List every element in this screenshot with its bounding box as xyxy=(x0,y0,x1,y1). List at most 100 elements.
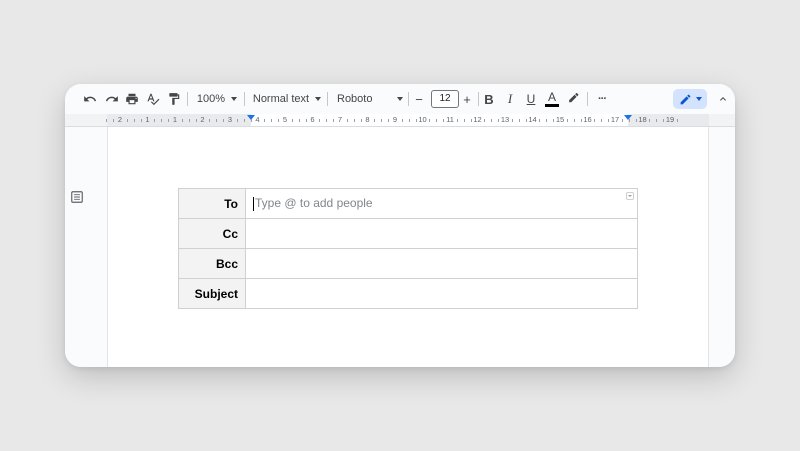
ruler-label: 15 xyxy=(555,115,565,124)
ruler-tick xyxy=(498,119,500,122)
ruler-tick xyxy=(360,119,362,122)
print-button[interactable] xyxy=(122,89,142,109)
paragraph-style-select[interactable]: Normal text xyxy=(252,89,322,109)
ruler-label: 2 xyxy=(117,115,123,124)
ruler-tick xyxy=(161,119,163,122)
italic-button[interactable]: I xyxy=(500,89,520,109)
text-color-swatch xyxy=(545,104,559,107)
ruler-tick xyxy=(415,119,417,122)
font-family-select[interactable]: Roboto xyxy=(337,89,403,109)
underline-button[interactable]: U xyxy=(521,89,541,109)
paint-format-button[interactable] xyxy=(164,89,184,109)
zoom-select[interactable]: 100% xyxy=(195,89,239,109)
ruler-tick xyxy=(319,119,321,122)
italic-icon: I xyxy=(507,91,513,106)
ruler-label: 5 xyxy=(282,115,288,124)
toolbar-divider xyxy=(187,92,188,106)
ruler-tick xyxy=(401,119,403,122)
ruler-tick xyxy=(580,119,582,122)
ruler-tick xyxy=(635,119,637,122)
document-area: To Type @ to add people Cc Bcc Subject xyxy=(65,127,735,367)
plus-icon: + xyxy=(463,91,471,107)
ruler-tick xyxy=(188,119,190,122)
ruler-tick xyxy=(250,119,252,122)
ruler-label: 17 xyxy=(610,115,620,124)
ruler-tick xyxy=(278,119,280,122)
ruler-tick xyxy=(298,119,300,122)
ruler-tick xyxy=(223,119,225,122)
more-options-button[interactable]: ··· xyxy=(592,89,612,109)
email-draft-table: To Type @ to add people Cc Bcc Subject xyxy=(178,188,638,309)
zoom-value: 100% xyxy=(196,93,226,105)
redo-icon xyxy=(105,96,118,102)
ruler-tick xyxy=(195,119,197,122)
ruler-label: 13 xyxy=(500,115,510,124)
ruler-tick xyxy=(305,119,307,122)
font-size-input[interactable]: 12 xyxy=(431,90,459,108)
ruler-tick xyxy=(408,119,410,122)
email-bcc-row: Bcc xyxy=(178,248,638,279)
highlight-color-button[interactable] xyxy=(563,89,583,109)
ruler-tick xyxy=(381,119,383,122)
ruler-label: 11 xyxy=(446,115,454,124)
ruler-tick xyxy=(470,119,472,122)
ruler-tick xyxy=(271,119,273,122)
ruler-label: 19 xyxy=(665,115,675,124)
ruler-tick xyxy=(663,119,665,122)
ruler-label: 6 xyxy=(310,115,315,124)
ruler-tick xyxy=(546,119,548,122)
editing-mode-button[interactable] xyxy=(673,89,707,109)
horizontal-ruler[interactable]: 2 1 1 2 3 4 5 6 7 8 9 10 11 12 13 14 15 16 17 18 19 xyxy=(65,114,735,127)
text-color-button[interactable]: A xyxy=(542,89,562,109)
toolbar: 100% Normal text Roboto − 12 + B I U A ·… xyxy=(65,84,735,114)
undo-button[interactable] xyxy=(80,89,100,109)
decrease-font-size-button[interactable]: − xyxy=(411,89,427,109)
ruler-tick xyxy=(140,119,142,122)
ruler-tick xyxy=(511,119,513,122)
toolbar-divider xyxy=(408,92,409,106)
email-to-row: To Type @ to add people xyxy=(178,188,638,219)
ruler-tick xyxy=(443,119,445,122)
ruler-tick xyxy=(209,119,211,122)
ruler-tick xyxy=(601,119,603,122)
ruler-tick xyxy=(113,119,115,122)
ruler-tick xyxy=(463,119,465,122)
ruler-tick xyxy=(154,119,156,122)
ruler-tick xyxy=(353,119,355,122)
redo-button[interactable] xyxy=(102,89,122,109)
bcc-field[interactable] xyxy=(245,248,638,279)
ruler-tick xyxy=(573,119,575,122)
toolbar-divider xyxy=(327,92,328,106)
ruler-tick xyxy=(456,119,458,122)
to-field[interactable]: Type @ to add people xyxy=(245,188,638,219)
font-family-value: Roboto xyxy=(337,93,373,105)
ruler-tick xyxy=(264,119,266,122)
ruler-label: 10 xyxy=(418,115,427,124)
ruler-label: 1 xyxy=(172,115,178,124)
document-outline-button[interactable] xyxy=(70,190,84,209)
ruler-label: 8 xyxy=(365,115,370,124)
ruler-tick xyxy=(291,119,293,122)
recipient-dropdown-icon[interactable] xyxy=(626,192,634,200)
chevron-up-icon xyxy=(720,97,726,101)
ruler-tick xyxy=(333,119,335,122)
subject-field[interactable] xyxy=(245,278,638,309)
bold-button[interactable]: B xyxy=(479,89,499,109)
ruler-tick xyxy=(628,119,630,122)
cc-field[interactable] xyxy=(245,218,638,249)
ruler-tick xyxy=(525,119,527,122)
increase-font-size-button[interactable]: + xyxy=(459,89,475,109)
toolbar-divider xyxy=(244,92,245,106)
ruler-tick xyxy=(553,119,555,122)
text-color-icon: A xyxy=(547,90,556,104)
chevron-down-icon xyxy=(231,97,238,101)
ruler-tick xyxy=(126,119,128,122)
ruler-tick xyxy=(539,119,541,122)
hide-menus-button[interactable] xyxy=(713,89,733,109)
ruler-tick xyxy=(326,119,328,122)
ruler-tick xyxy=(608,119,610,122)
ruler-tick xyxy=(594,119,596,122)
ruler-tick xyxy=(133,119,135,122)
spellcheck-button[interactable] xyxy=(143,89,163,109)
ruler-tick xyxy=(676,119,678,122)
